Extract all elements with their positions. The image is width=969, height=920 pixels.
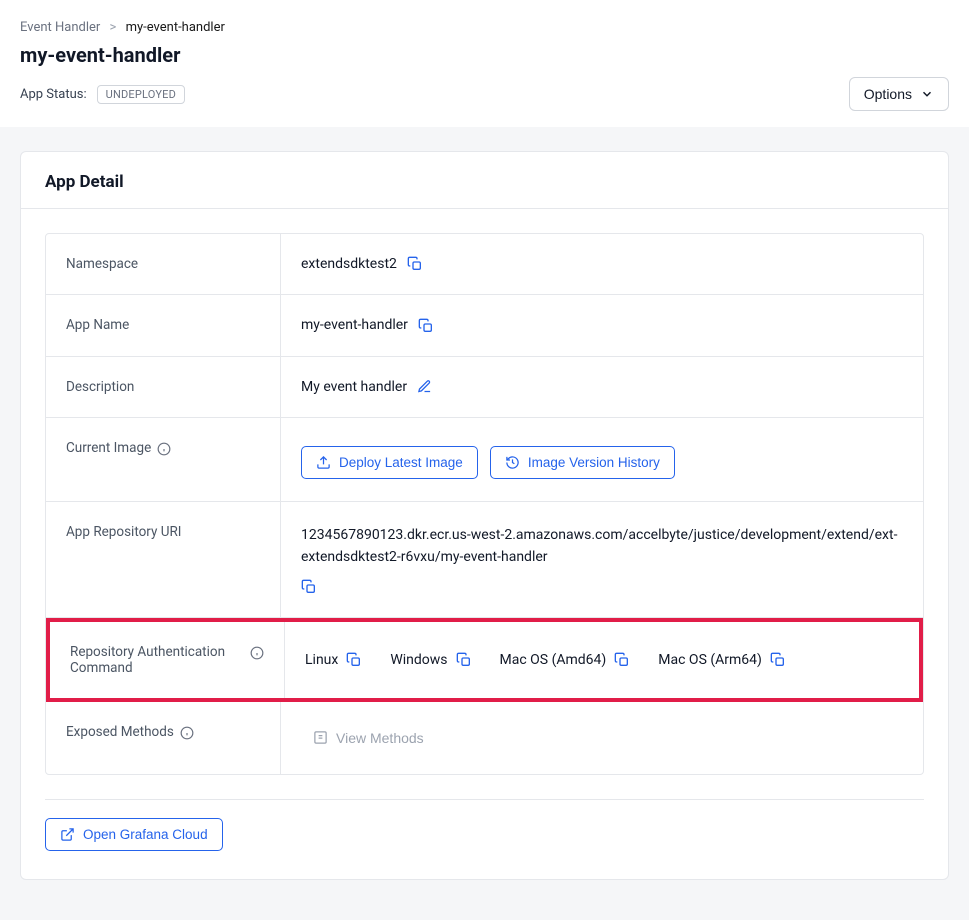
card-title: App Detail	[21, 152, 948, 209]
exposed-methods-label: Exposed Methods	[66, 724, 174, 740]
copy-icon[interactable]	[407, 256, 423, 272]
image-version-history-button[interactable]: Image Version History	[490, 446, 675, 479]
app-status-badge: UNDEPLOYED	[97, 85, 185, 104]
info-icon[interactable]	[180, 725, 194, 741]
history-button-label: Image Version History	[528, 455, 660, 470]
view-methods-label: View Methods	[336, 730, 424, 746]
copy-icon[interactable]	[418, 317, 434, 333]
namespace-value: extendsdktest2	[301, 256, 397, 272]
open-grafana-cloud-button[interactable]: Open Grafana Cloud	[45, 818, 223, 851]
list-icon	[313, 730, 328, 745]
row-namespace: Namespace extendsdktest2	[46, 234, 923, 295]
row-repo-auth: Repository Authentication Command Linux	[46, 618, 923, 702]
breadcrumb: Event Handler > my-event-handler	[20, 20, 949, 35]
app-name-label: App Name	[46, 295, 281, 355]
row-exposed-methods: Exposed Methods View Methods	[46, 702, 923, 774]
breadcrumb-current: my-event-handler	[126, 20, 225, 35]
row-repo-uri: App Repository URI 1234567890123.dkr.ecr…	[46, 502, 923, 618]
info-icon[interactable]	[157, 441, 171, 457]
row-current-image: Current Image Deploy Latest Image	[46, 418, 923, 502]
deploy-latest-image-button[interactable]: Deploy Latest Image	[301, 446, 478, 479]
row-app-name: App Name my-event-handler	[46, 295, 923, 356]
os-mac-arm-label: Mac OS (Arm64)	[658, 652, 762, 668]
page-title: my-event-handler	[20, 43, 949, 67]
options-button-label: Options	[864, 86, 912, 102]
row-description: Description My event handler	[46, 357, 923, 418]
copy-icon[interactable]	[614, 652, 630, 668]
info-icon[interactable]	[250, 645, 264, 661]
edit-icon[interactable]	[417, 379, 432, 395]
app-status-label: App Status:	[20, 87, 87, 102]
breadcrumb-parent[interactable]: Event Handler	[20, 20, 100, 35]
chevron-down-icon	[920, 87, 934, 101]
copy-icon[interactable]	[301, 578, 317, 594]
description-value: My event handler	[301, 379, 407, 395]
external-link-icon	[60, 827, 75, 842]
grafana-button-label: Open Grafana Cloud	[83, 827, 208, 842]
app-detail-card: App Detail Namespace extendsdktest2 App …	[20, 151, 949, 880]
os-linux-label: Linux	[305, 652, 338, 668]
view-methods-button: View Methods	[301, 724, 436, 752]
breadcrumb-separator: >	[110, 20, 117, 35]
repo-auth-label: Repository Authentication Command	[70, 644, 244, 676]
namespace-label: Namespace	[46, 234, 281, 294]
copy-icon[interactable]	[770, 652, 786, 668]
divider	[45, 799, 924, 800]
copy-icon[interactable]	[346, 652, 362, 668]
os-mac-amd-label: Mac OS (Amd64)	[500, 652, 607, 668]
app-name-value: my-event-handler	[301, 317, 408, 333]
repo-uri-label: App Repository URI	[46, 502, 281, 617]
copy-icon[interactable]	[456, 652, 472, 668]
description-label: Description	[46, 357, 281, 417]
repo-uri-value: 1234567890123.dkr.ecr.us-west-2.amazonaw…	[301, 524, 903, 569]
history-icon	[505, 455, 520, 470]
options-button[interactable]: Options	[849, 77, 949, 111]
deploy-button-label: Deploy Latest Image	[339, 455, 463, 470]
current-image-label: Current Image	[66, 440, 151, 456]
os-windows-label: Windows	[390, 652, 447, 668]
upload-icon	[316, 455, 331, 470]
